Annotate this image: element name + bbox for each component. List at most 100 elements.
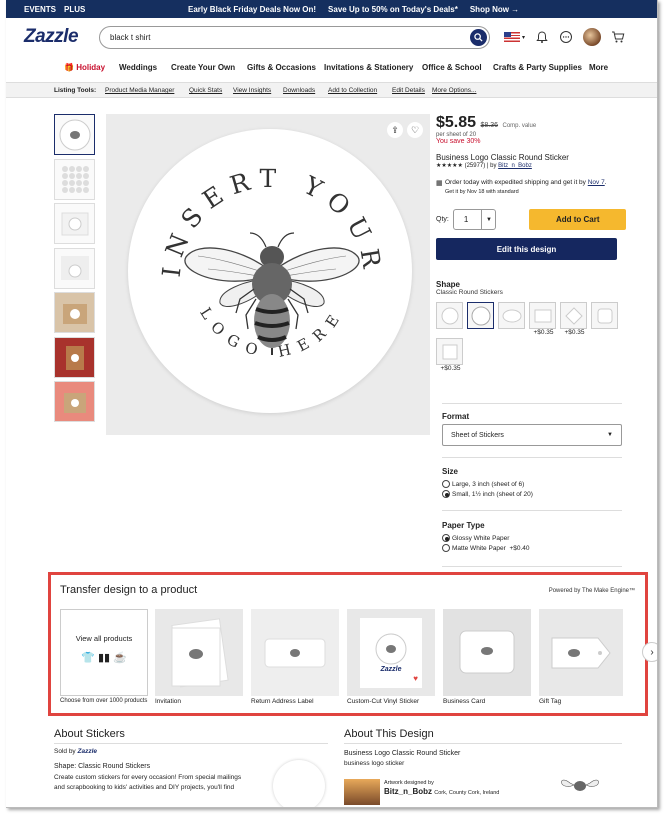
- bell-icon[interactable]: [535, 30, 549, 44]
- transfer-product-gift-tag[interactable]: [539, 609, 623, 696]
- gift-icon: 🎁: [64, 63, 77, 72]
- shape-option[interactable]: [498, 302, 525, 329]
- rating-stars[interactable]: ★★★★★: [436, 163, 463, 169]
- format-select[interactable]: Sheet of Stickers ▼: [442, 424, 622, 446]
- invitation-label: Invitation: [155, 698, 182, 705]
- divider: [442, 510, 622, 511]
- radio-selected-icon: [442, 534, 450, 542]
- edit-design-button[interactable]: Edit this design: [436, 238, 617, 260]
- transfer-product-business-card[interactable]: [443, 609, 531, 696]
- design-name: Business Logo Classic Round Sticker: [344, 750, 461, 757]
- chat-icon[interactable]: [559, 30, 573, 44]
- designer-name[interactable]: Bitz_n_Bobz Cork, County Cork, Ireland: [384, 787, 499, 798]
- category-nav: 🎁 Holiday Weddings Create Your Own Gifts…: [6, 54, 657, 82]
- transfer-product-return-address-label[interactable]: [251, 609, 339, 696]
- tool-add-to-collection[interactable]: Add to Collection: [328, 87, 377, 94]
- divider: [344, 743, 622, 744]
- design-sub: business logo sticker: [344, 760, 405, 767]
- promo-deal-text-2: Save Up to 50% on Today's Deals*: [328, 4, 458, 14]
- comp-price: $8.36: [480, 122, 499, 129]
- comp-value-label: Comp. value: [502, 123, 537, 129]
- ship-date[interactable]: Nov 7: [588, 179, 605, 186]
- format-title: Format: [442, 412, 470, 421]
- shape-options: +$0.35 +$0.35 +$0.35: [436, 302, 622, 372]
- size-option-large[interactable]: Large, 3 inch (sheet of 6): [442, 480, 533, 488]
- thumbnail[interactable]: [54, 158, 95, 200]
- plus-link[interactable]: PLUS: [64, 5, 85, 14]
- designer-location: Cork, County Cork, Ireland: [434, 790, 500, 796]
- thumbnail[interactable]: [54, 292, 95, 333]
- bee-logo: INSERT YOUR LOGO HERE: [157, 164, 379, 361]
- tool-downloads[interactable]: Downloads: [283, 87, 315, 94]
- cart-icon[interactable]: [611, 30, 625, 44]
- sticker-preview: INSERT YOUR LOGO HERE: [128, 129, 412, 413]
- zazzle-logo[interactable]: Zazzle: [24, 26, 79, 48]
- sticker-preview-small: [273, 760, 325, 807]
- listing-tools-label: Listing Tools:: [54, 87, 97, 94]
- paper-option-glossy[interactable]: Glossy White Paper: [442, 534, 530, 542]
- qty-value: 1: [463, 215, 469, 224]
- view-all-products-label: View all products: [75, 634, 133, 643]
- country-selector[interactable]: ▾: [504, 32, 525, 42]
- tool-more-options[interactable]: More Options...: [432, 87, 476, 94]
- shape-selected: Classic Round Stickers: [436, 289, 503, 296]
- nav-item-holiday[interactable]: 🎁 Holiday: [64, 63, 105, 72]
- chevron-down-icon: ▾: [522, 34, 526, 41]
- shipping-info: ▦ Order today with expedited shipping an…: [436, 179, 607, 195]
- nav-item-more[interactable]: More: [589, 63, 608, 72]
- paper-option-matte[interactable]: Matte White Paper +$0.40: [442, 544, 530, 552]
- tool-quick-stats[interactable]: Quick Stats: [189, 87, 222, 94]
- quantity-select[interactable]: 1 ▼: [452, 209, 497, 230]
- shape-option[interactable]: [560, 302, 587, 329]
- shape-option[interactable]: [436, 338, 463, 365]
- events-link[interactable]: EVENTS: [24, 5, 56, 14]
- product-main-image[interactable]: ⇪ ♡ INSERT YOUR LOGO HERE: [106, 114, 430, 435]
- size-option-small[interactable]: Small, 1½ inch (sheet of 20): [442, 490, 533, 498]
- view-all-products-card[interactable]: View all products 👕 ▮▮ ☕: [60, 609, 148, 696]
- zazzle-brand[interactable]: Zazzle: [78, 748, 98, 755]
- designer-avatar[interactable]: [344, 779, 380, 805]
- stickers-desc-1: Create custom stickers for every occasio…: [54, 774, 242, 781]
- nav-item-crafts-party[interactable]: Crafts & Party Supplies: [493, 63, 582, 72]
- transfer-title: Transfer design to a product: [60, 584, 198, 596]
- tool-edit-details[interactable]: Edit Details: [392, 87, 425, 94]
- shape-option-selected[interactable]: [467, 302, 494, 329]
- radio-icon: [442, 480, 450, 488]
- shape-option[interactable]: [591, 302, 618, 329]
- thumbnail[interactable]: [54, 114, 95, 155]
- tool-view-insights[interactable]: View Insights: [233, 87, 271, 94]
- promo-deal-text: Early Black Friday Deals Now On!: [188, 4, 317, 14]
- nav-item-gifts-occasions[interactable]: Gifts & Occasions: [247, 63, 316, 72]
- nav-item-office-school[interactable]: Office & School: [422, 63, 482, 72]
- browser-frame: EVENTS PLUS Early Black Friday Deals Now…: [6, 0, 658, 808]
- divider: [442, 403, 622, 404]
- shape-option[interactable]: [529, 302, 556, 329]
- thumbnail[interactable]: [54, 336, 95, 378]
- us-flag-icon: [504, 32, 520, 42]
- radio-icon: [442, 544, 450, 552]
- nav-item-weddings[interactable]: Weddings: [119, 63, 157, 72]
- author-link[interactable]: Bitz_n_Bobz: [498, 163, 532, 169]
- chevron-down-icon: ▼: [481, 210, 495, 229]
- thumbnail[interactable]: [54, 247, 95, 289]
- review-count[interactable]: (25977) | by: [465, 163, 497, 169]
- chevron-right-icon[interactable]: ›: [642, 642, 657, 662]
- tool-product-media-manager[interactable]: Product Media Manager: [105, 87, 174, 94]
- heart-icon: ♥: [413, 673, 418, 683]
- thumbnail[interactable]: [54, 203, 95, 244]
- nav-item-invitations-stationery[interactable]: Invitations & Stationery: [324, 63, 413, 72]
- shape-option[interactable]: [436, 302, 463, 329]
- nav-item-create-your-own[interactable]: Create Your Own: [171, 63, 235, 72]
- radio-selected-icon: [442, 490, 450, 498]
- avatar[interactable]: [583, 28, 602, 46]
- gift-tag-label: Gift Tag: [539, 698, 562, 705]
- thumbnail[interactable]: [54, 381, 95, 422]
- format-selected: Sheet of Stickers: [451, 431, 504, 439]
- search-button[interactable]: [470, 29, 487, 46]
- search-input[interactable]: black t shirt: [99, 26, 490, 49]
- transfer-product-vinyl-sticker[interactable]: Zazzle ♥: [347, 609, 435, 696]
- transfer-product-invitation[interactable]: [155, 609, 243, 696]
- shop-now-link[interactable]: Shop Now →: [470, 5, 519, 14]
- add-to-cart-button[interactable]: Add to Cart: [529, 209, 626, 230]
- divider: [442, 457, 622, 458]
